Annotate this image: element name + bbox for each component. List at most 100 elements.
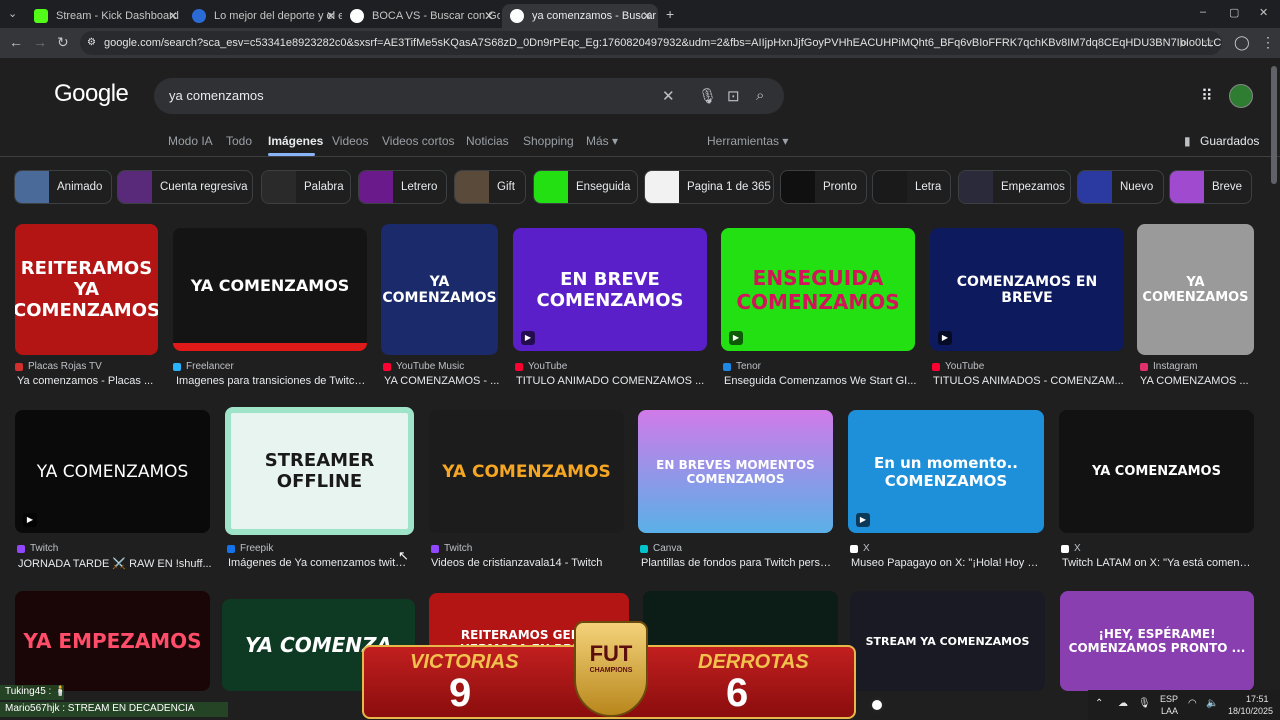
result-image[interactable]: En un momento.. COMENZAMOS ▶ [848,410,1044,533]
microphone-tray-icon[interactable]: 🎙 [1138,698,1151,709]
result-image[interactable]: YA COMENZAMOS [381,224,498,355]
result-caption[interactable]: Videos de cristianzavala14 - Twitch [431,557,626,569]
chip-enseguida[interactable]: Enseguida [533,170,638,204]
chip-letrero[interactable]: Letrero [358,170,447,204]
search-icon[interactable]: ⌕ [756,87,764,104]
result-source[interactable]: X [850,543,870,554]
close-tab-icon[interactable]: ✕ [484,9,494,23]
menu-dots-icon[interactable]: ⋮ [1261,34,1275,51]
result-source[interactable]: YouTube [932,361,984,372]
chip-letra[interactable]: Letra [872,170,951,204]
search-box[interactable]: ya comenzamos ✕ 🎙 ⊡ ⌕ [154,78,784,114]
tab-modo-ia[interactable]: Modo IA [168,134,213,148]
result-caption[interactable]: Twitch LATAM on X: "Ya está comenz... [1062,557,1252,569]
result-caption[interactable]: Enseguida Comenzamos We Start GI... [724,375,918,387]
search-input[interactable]: ya comenzamos [169,88,264,103]
tab-noticias[interactable]: Noticias [466,134,509,148]
chevron-up-icon[interactable]: ⌃ [1095,698,1103,709]
result-caption[interactable]: TITULOS ANIMADOS - COMENZAM... [933,375,1127,387]
result-source[interactable]: Freepik [227,543,273,554]
result-image[interactable]: STREAMER OFFLINE [225,407,414,535]
result-caption[interactable]: Imagenes para transiciones de Twitch ... [176,375,370,387]
result-image[interactable]: YA COMENZAMOS [429,410,624,533]
site-info-icon[interactable]: ⚙ [87,31,96,55]
close-tab-icon[interactable]: ✕ [326,9,336,23]
chip-gift[interactable]: Gift [454,170,526,204]
result-image[interactable]: EN BREVES MOMENTOS COMENZAMOS [638,410,833,533]
result-caption[interactable]: Museo Papagayo on X: "¡Hola! Hoy e... [851,557,1041,569]
result-image[interactable]: REITERAMOS YA COMENZAMOS [15,224,158,355]
reload-icon[interactable]: ↻ [57,34,69,51]
tab-deporte[interactable]: Lo mejor del deporte y el entre ✕ [184,4,342,28]
minimize-icon[interactable]: – [1200,6,1206,18]
result-caption[interactable]: Ya comenzamos - Placas ... [17,375,160,387]
result-image[interactable]: COMENZAMOS EN BREVE ▶ [930,228,1124,351]
close-tab-icon[interactable]: ✕ [168,9,178,23]
result-image[interactable]: YA COMENZAMOS [1059,410,1254,533]
tab-todo[interactable]: Todo [226,134,252,148]
result-image[interactable]: EN BREVE COMENZAMOS ▶ [513,228,707,351]
new-tab-icon[interactable]: + [666,6,674,22]
chip-nuevo[interactable]: Nuevo [1077,170,1164,204]
result-caption[interactable]: JORNADA TARDE ⚔️ RAW EN !shuff... [18,557,213,570]
clock-time[interactable]: 17:51 [1246,694,1269,704]
forward-icon[interactable]: → [33,34,47,50]
network-icon[interactable]: ☁ [1118,698,1128,709]
result-source[interactable]: Placas Rojas TV [15,361,102,372]
result-source[interactable]: X [1061,543,1081,554]
result-caption[interactable]: YA COMENZAMOS ... [1140,375,1257,387]
result-image[interactable]: YA EMPEZAMOS [15,591,210,691]
result-caption[interactable]: YA COMENZAMOS - ... [384,375,501,387]
result-source[interactable]: Freelancer [173,361,234,372]
result-caption[interactable]: Plantillas de fondos para Twitch perso..… [641,557,831,569]
result-caption[interactable]: TITULO ANIMADO COMENZAMOS ... [516,375,710,387]
chip-breve[interactable]: Breve [1169,170,1252,204]
result-image[interactable]: ¡HEY, ESPÉRAME! COMENZAMOS PRONTO ... [1060,591,1254,691]
result-source[interactable]: Instagram [1140,361,1197,372]
result-image[interactable]: YA COMENZAMOS ▶ [15,410,210,533]
chip-cuenta-regresiva[interactable]: Cuenta regresiva [117,170,253,204]
result-source[interactable]: Twitch [431,543,472,554]
result-caption[interactable]: Imágenes de Ya comenzamos twitch ... [228,557,408,569]
clear-icon[interactable]: ✕ [662,87,675,105]
account-avatar[interactable] [1229,84,1253,108]
profile-icon[interactable]: ◯ [1234,34,1250,51]
maximize-icon[interactable]: ▢ [1229,6,1239,19]
result-image[interactable]: STREAM YA COMENZAMOS [850,591,1045,691]
back-icon[interactable]: ← [9,34,23,50]
result-source[interactable]: YouTube [515,361,567,372]
result-image[interactable]: YA COMENZAMOS [173,228,367,351]
address-bar[interactable]: ⚙ google.com/search?sca_esv=c53341e89232… [80,31,1222,55]
tab-search-icon[interactable]: ⌄ [8,7,17,20]
result-source[interactable]: Twitch [17,543,58,554]
result-source[interactable]: Canva [640,543,682,554]
tab-mas[interactable]: Más ▾ [586,134,618,148]
apps-grid-icon[interactable]: ⠿ [1201,86,1213,106]
google-logo[interactable]: Google [54,80,129,108]
close-tab-icon[interactable]: ✕ [642,9,652,23]
tab-boca-vs[interactable]: BOCA VS - Buscar con Google ✕ [342,4,500,28]
result-source[interactable]: YouTube Music [383,361,464,372]
chip-pagina-1-de-365[interactable]: Pagina 1 de 365 [644,170,774,204]
tools-button[interactable]: Herramientas ▾ [707,134,788,148]
tab-imagenes[interactable]: Imágenes [268,134,323,148]
result-image[interactable]: YA COMENZAMOS [1137,224,1254,355]
result-image[interactable]: ENSEGUIDA COMENZAMOS ▶ [721,228,915,351]
tab-shopping[interactable]: Shopping [523,134,574,148]
close-window-icon[interactable]: ✕ [1259,6,1268,19]
zoom-icon[interactable]: ⌕ [1180,34,1188,51]
saved-button[interactable]: Guardados [1200,134,1259,148]
taskbar-app-icon[interactable] [869,697,885,713]
keyboard-language[interactable]: ESP [1160,694,1178,704]
chip-pronto[interactable]: Pronto [780,170,867,204]
chip-animado[interactable]: Animado [14,170,112,204]
tab-videos[interactable]: Videos [332,134,368,148]
chip-palabra[interactable]: Palabra [261,170,351,204]
result-source[interactable]: Tenor [723,361,761,372]
volume-icon[interactable]: 🔈 [1206,698,1218,709]
wifi-icon[interactable]: ◠ [1188,698,1197,709]
microphone-icon[interactable]: 🎙 [698,87,717,105]
tab-kick-dashboard[interactable]: Stream - Kick Dashboard ✕ [26,4,184,28]
tab-videos-cortos[interactable]: Videos cortos [382,134,455,148]
chip-empezamos[interactable]: Empezamos [958,170,1071,204]
